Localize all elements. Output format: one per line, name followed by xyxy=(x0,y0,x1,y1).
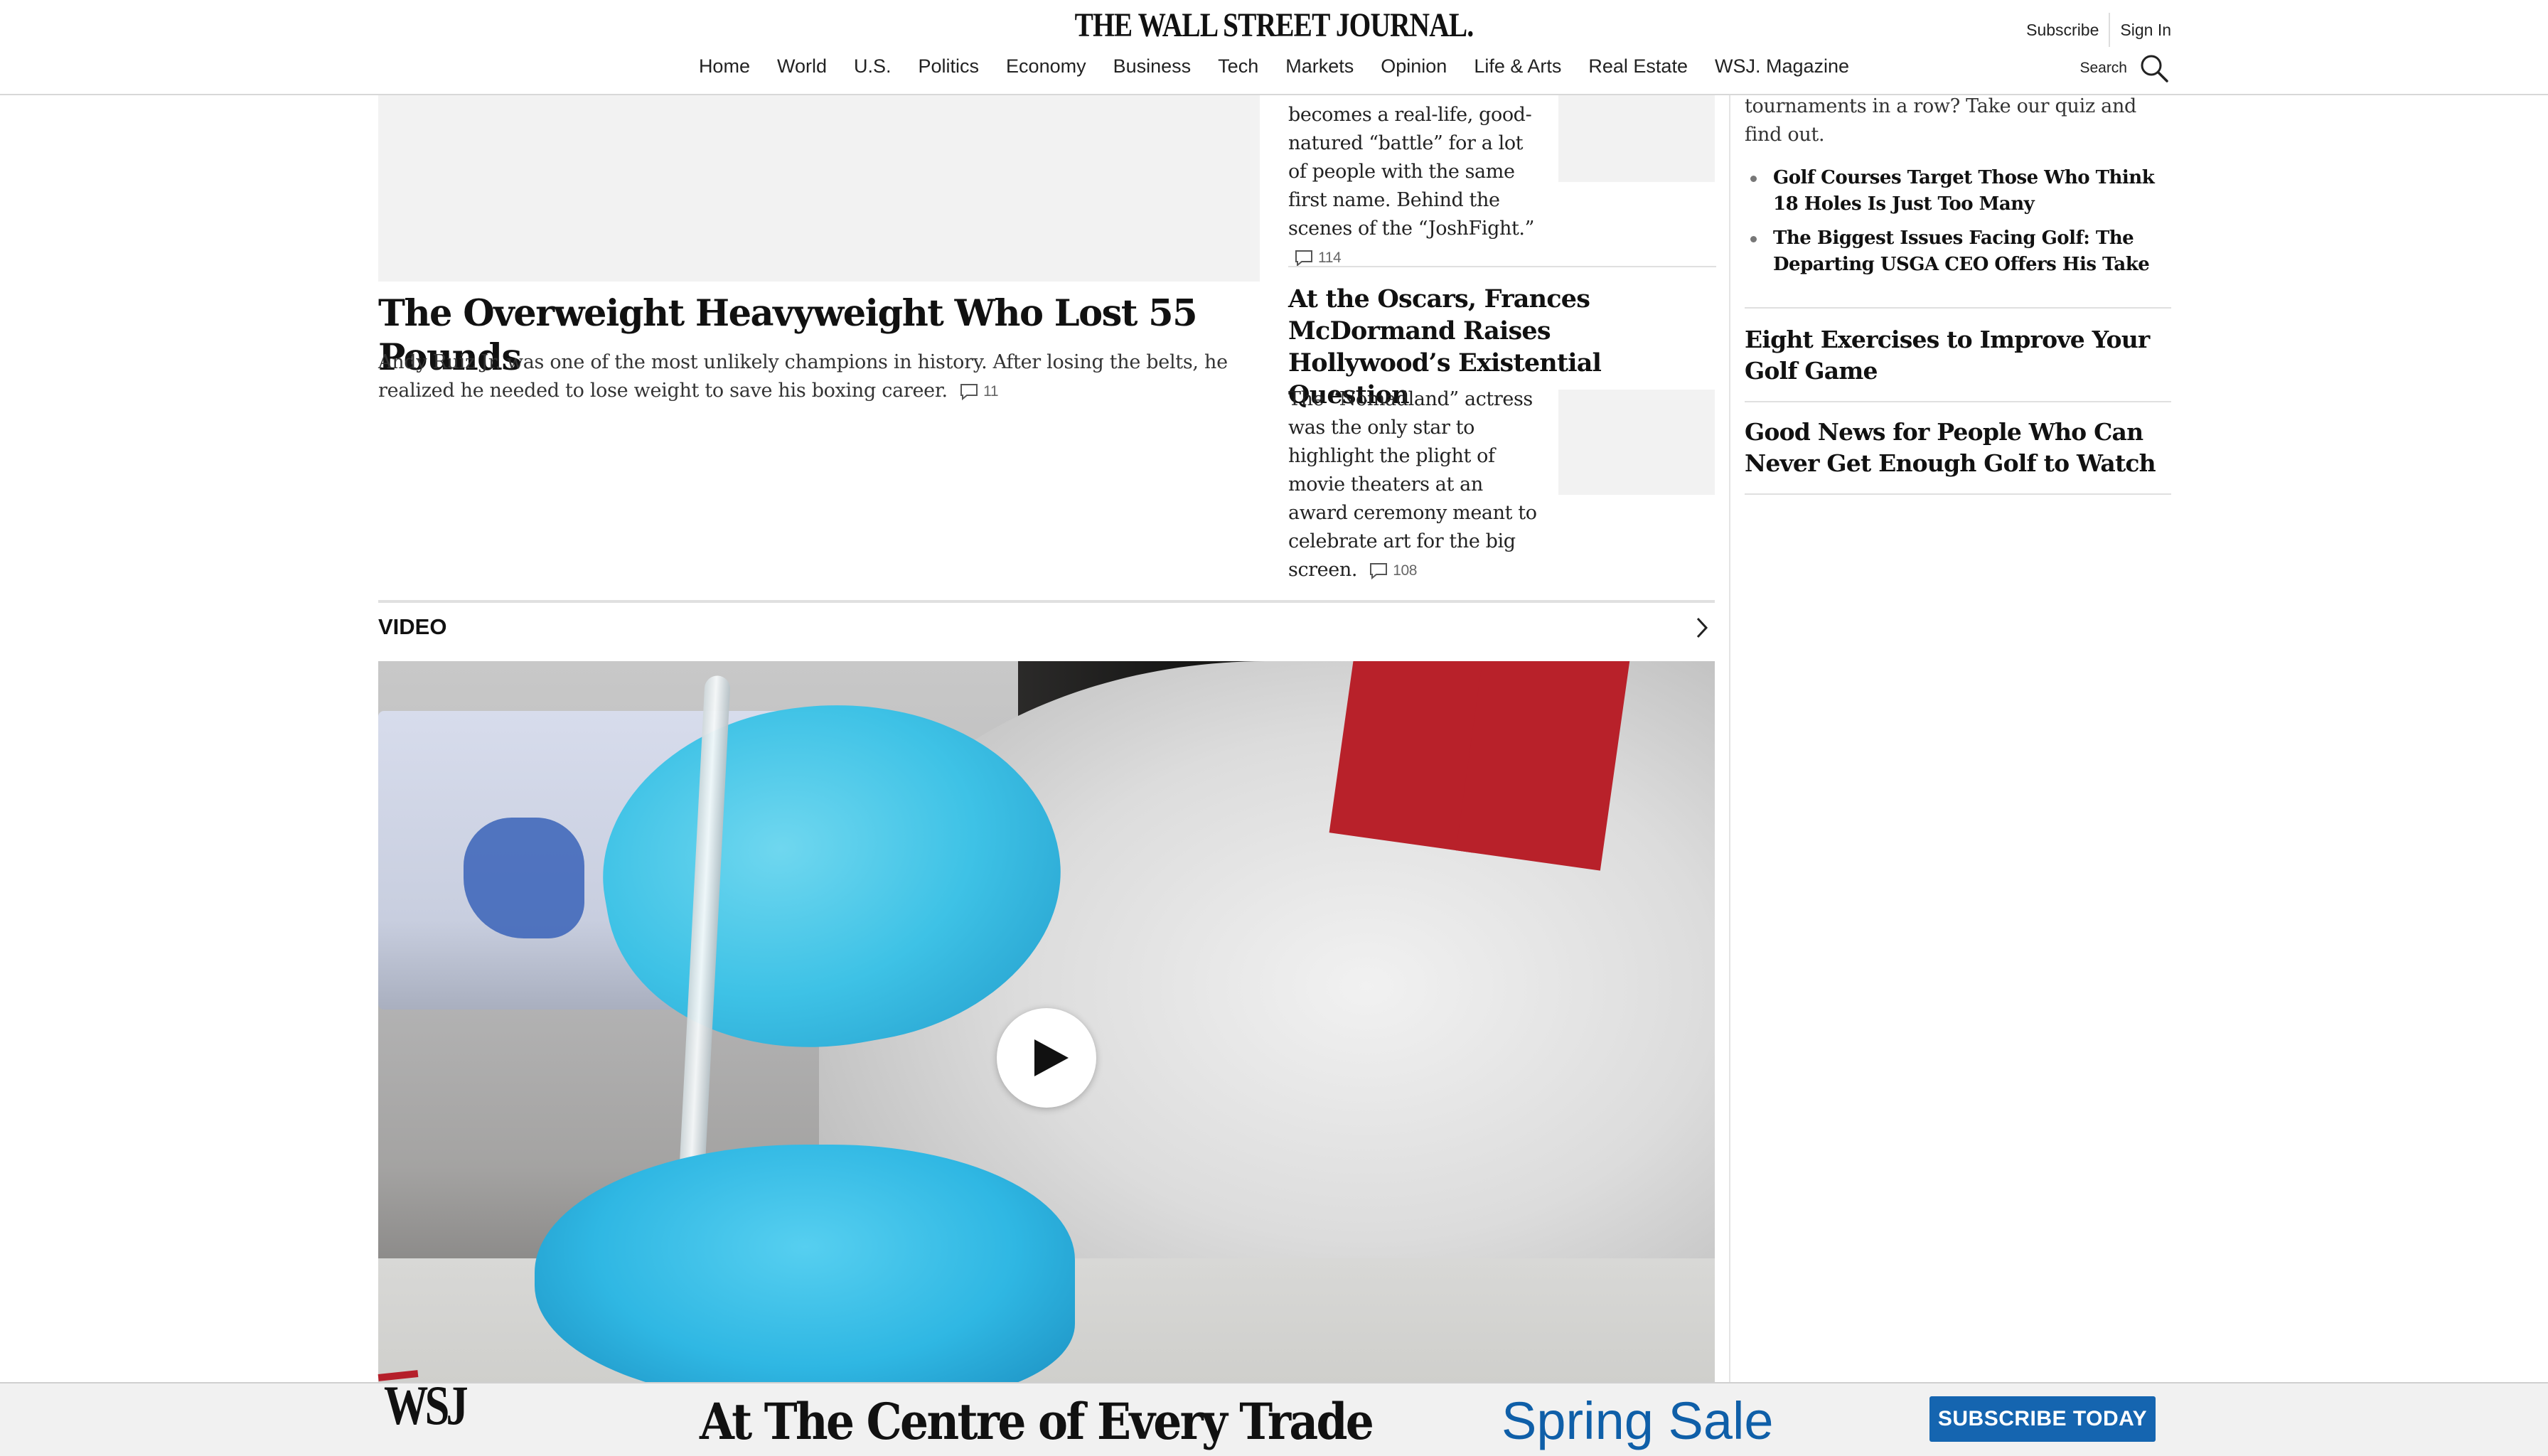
quiz-summary: tournaments in a row? Take our quiz and … xyxy=(1745,95,2137,146)
banner-sale-text: Spring Sale xyxy=(1502,1391,1774,1450)
wsj-logo: WSJ xyxy=(384,1374,469,1436)
sign-in-link[interactable]: Sign In xyxy=(2120,21,2171,40)
comment-icon xyxy=(960,383,978,400)
comments-link[interactable]: 114 xyxy=(1294,244,1342,272)
subscribe-today-button[interactable]: SUBSCRIBE TODAY xyxy=(1929,1396,2156,1442)
banner-tagline: At The Centre of Every Trade xyxy=(700,1392,1374,1451)
lead-story-summary: Andy Ruiz Jr. was one of the most unlike… xyxy=(378,348,1260,406)
divider xyxy=(2109,13,2111,47)
related-link[interactable]: Golf Courses Target Those Who Think 18 H… xyxy=(1745,165,2171,218)
video-section-label[interactable]: VIDEO xyxy=(378,614,446,640)
site-logo[interactable]: THE WALL STREET JOURNAL. xyxy=(230,6,2319,45)
divider xyxy=(1745,307,2171,309)
column-divider xyxy=(1729,94,1730,1388)
site-header: THE WALL STREET JOURNAL. Subscribe Sign … xyxy=(0,0,2548,95)
nav-item-us[interactable]: U.S. xyxy=(840,55,905,77)
play-button[interactable] xyxy=(997,1008,1096,1108)
nav-item-opinion[interactable]: Opinion xyxy=(1367,55,1460,77)
chevron-right-icon[interactable] xyxy=(1691,616,1712,640)
nav-item-life-arts[interactable]: Life & Arts xyxy=(1460,55,1575,77)
subscribe-link[interactable]: Subscribe xyxy=(2026,21,2099,40)
comments-link[interactable]: 108 xyxy=(1369,557,1417,585)
comment-count: 11 xyxy=(983,382,999,400)
comment-icon xyxy=(1370,562,1388,579)
oscars-story-thumbnail[interactable] xyxy=(1558,390,1715,495)
related-links: Golf Courses Target Those Who Think 18 H… xyxy=(1745,165,2171,286)
nav-item-politics[interactable]: Politics xyxy=(905,55,993,77)
oscars-story-summary-text: The “Nomadland” actress was the only sta… xyxy=(1288,388,1537,581)
lead-story-summary-text: Andy Ruiz Jr. was one of the most unlike… xyxy=(378,351,1228,402)
comment-count: 114 xyxy=(1318,249,1342,266)
story-summary-text: becomes a real-life, good-natured “battl… xyxy=(1288,104,1535,240)
related-link[interactable]: The Biggest Issues Facing Golf: The Depa… xyxy=(1745,225,2171,278)
comments-link[interactable]: 11 xyxy=(959,378,999,406)
story-thumbnail[interactable] xyxy=(1558,94,1715,182)
divider xyxy=(1745,493,2171,495)
gloved-hand xyxy=(535,1145,1075,1383)
nav-item-economy[interactable]: Economy xyxy=(992,55,1100,77)
right-rail-headline[interactable]: Good News for People Who Can Never Get E… xyxy=(1745,417,2171,479)
nav-item-home[interactable]: Home xyxy=(685,55,764,77)
story-summary: becomes a real-life, good-natured “battl… xyxy=(1288,101,1544,272)
nav-item-wsj-magazine[interactable]: WSJ. Magazine xyxy=(1701,55,1863,77)
lead-story-image[interactable] xyxy=(378,94,1260,282)
play-icon xyxy=(1034,1039,1069,1076)
nav-item-real-estate[interactable]: Real Estate xyxy=(1575,55,1701,77)
account-links: Subscribe Sign In xyxy=(2026,13,2171,47)
search-button[interactable]: Search xyxy=(2079,53,2170,84)
nav-item-tech[interactable]: Tech xyxy=(1204,55,1272,77)
nav-item-markets[interactable]: Markets xyxy=(1272,55,1367,77)
sweatshirt-lettering: ██ xyxy=(1331,661,1615,867)
comment-icon xyxy=(1295,250,1312,267)
nav-item-world[interactable]: World xyxy=(764,55,840,77)
subscription-banner[interactable]: WSJ At The Centre of Every Trade Spring … xyxy=(0,1370,2548,1456)
divider xyxy=(1288,266,1716,267)
nav-item-business[interactable]: Business xyxy=(1100,55,1205,77)
comment-count: 108 xyxy=(1393,562,1418,579)
right-rail-headline[interactable]: Eight Exercises to Improve Your Golf Gam… xyxy=(1745,324,2171,387)
search-icon xyxy=(2141,55,2168,82)
oscars-story-summary: The “Nomadland” actress was the only sta… xyxy=(1288,385,1544,585)
search-label: Search xyxy=(2079,60,2127,76)
divider xyxy=(1745,401,2171,402)
section-rule xyxy=(378,600,1715,603)
